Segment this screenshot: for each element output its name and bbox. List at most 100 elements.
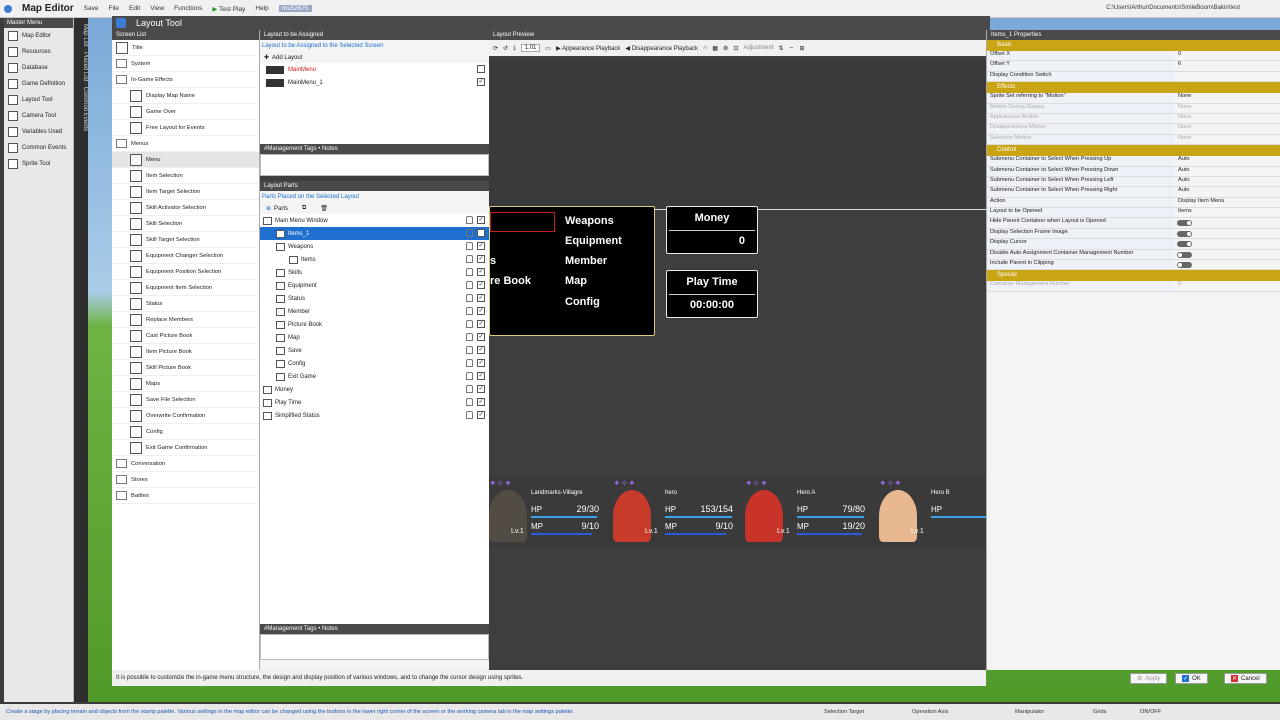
money-window[interactable]: Money 0: [666, 206, 758, 254]
visibility-checkbox[interactable]: ✓: [477, 281, 485, 289]
part-member[interactable]: Member ✓: [260, 305, 489, 318]
lock-icon[interactable]: [466, 255, 473, 263]
layout-row[interactable]: MainMenu: [260, 63, 489, 76]
visibility-checkbox[interactable]: ✓: [477, 333, 485, 341]
screen-item-replace-members[interactable]: Replace Members: [112, 312, 259, 328]
layout-checkbox[interactable]: [477, 65, 485, 73]
part-simplified-status[interactable]: Simplified Status ✓: [260, 409, 489, 422]
prop-submenu-container-to-select-when-pressing-right[interactable]: Submenu Container to Select When Pressin…: [987, 187, 1280, 198]
menu-edit[interactable]: Edit: [129, 5, 140, 12]
prop-value[interactable]: Display Item Menu: [1175, 198, 1280, 207]
toggle-switch[interactable]: [1177, 262, 1192, 269]
part-save[interactable]: Save ✓: [260, 344, 489, 357]
part-map[interactable]: Map ✓: [260, 331, 489, 344]
prop-offset-x[interactable]: Offset X0: [987, 51, 1280, 62]
disappear-playback-button[interactable]: ◀ Disappearance Playback: [625, 45, 698, 52]
screen-item-config[interactable]: Config: [112, 424, 259, 440]
menu-view[interactable]: View: [150, 5, 164, 12]
menu-save[interactable]: Save: [84, 5, 99, 12]
toggle-switch[interactable]: [1177, 251, 1192, 258]
part-main-menu-window[interactable]: Main Menu Window ✓: [260, 214, 489, 227]
screen-item-equipment-position-selection[interactable]: Equipment Position Selection: [112, 264, 259, 280]
copy-part-button[interactable]: ⧉: [298, 203, 310, 214]
visibility-checkbox[interactable]: ✓: [477, 229, 485, 237]
master-menu-item-database[interactable]: Database: [4, 60, 73, 76]
visibility-checkbox[interactable]: ✓: [477, 242, 485, 250]
master-menu-item-resources[interactable]: Resources: [4, 44, 73, 60]
screen-item-maps[interactable]: Maps: [112, 376, 259, 392]
ok-button[interactable]: ✓ OK: [1175, 673, 1208, 684]
part-weapons[interactable]: Weapons ✓: [260, 240, 489, 253]
screen-item-item-selection[interactable]: Item Selection: [112, 168, 259, 184]
selection-target-label[interactable]: Selection Target: [824, 704, 864, 720]
onoff-label[interactable]: ON/OFF: [1140, 704, 1161, 720]
visibility-checkbox[interactable]: ✓: [477, 320, 485, 328]
prop-display-selection-frame-image[interactable]: Display Selection Frame Image: [987, 228, 1280, 240]
lock-icon[interactable]: [466, 398, 473, 406]
apply-button[interactable]: ⚙ Apply: [1130, 673, 1168, 684]
screen-item-save-file-selection[interactable]: Save File Selection: [112, 392, 259, 408]
operation-axis-label[interactable]: Operation Axis: [912, 704, 948, 720]
screen-item-in-game-effects[interactable]: In-Game Effects: [112, 72, 259, 88]
prop-value[interactable]: [1175, 72, 1280, 81]
prop-disappearance-motion[interactable]: Disappearance Motion None: [987, 124, 1280, 135]
master-menu-item-map-editor[interactable]: Map Editor: [4, 28, 73, 44]
prop-value[interactable]: 6: [1175, 61, 1280, 70]
headphone-icon[interactable]: ∩: [703, 45, 707, 51]
prop-value[interactable]: None: [1175, 104, 1280, 113]
prop-motion-during-display[interactable]: Motion During Display None: [987, 103, 1280, 114]
monitor-icon[interactable]: ▭: [545, 45, 551, 52]
master-menu-item-common-events[interactable]: Common Events: [4, 140, 73, 156]
screen-item-system[interactable]: System: [112, 56, 259, 72]
layout-checkbox[interactable]: ✓: [477, 78, 485, 86]
master-menu-item-game-definition[interactable]: Game Definition: [4, 76, 73, 92]
screen-item-exit-game-confirmation[interactable]: Exit Game Confirmation: [112, 440, 259, 456]
lock-icon[interactable]: [466, 411, 473, 419]
side-tabs[interactable]: Map List · Placed List · Common Events: [74, 18, 88, 702]
visibility-checkbox[interactable]: ✓: [477, 216, 485, 224]
section-basic[interactable]: Basic: [987, 40, 1280, 51]
screen-item-skill-picture-book[interactable]: Skill Picture Book: [112, 360, 259, 376]
screen-item-item-target-selection[interactable]: Item Target Selection: [112, 184, 259, 200]
prop-display-cursor[interactable]: Display Cursor: [987, 239, 1280, 250]
prop-value[interactable]: None: [1175, 124, 1280, 133]
parts-notes-field[interactable]: [260, 634, 489, 660]
screen-item-skill-target-selection[interactable]: Skill Target Selection: [112, 232, 259, 248]
main-menu-window[interactable]: Weapons Equipment Member Map Config s re…: [489, 206, 655, 336]
part-play-time[interactable]: Play Time ✓: [260, 396, 489, 409]
lock-icon[interactable]: [466, 307, 473, 315]
align-icon[interactable]: ⇅: [778, 45, 783, 52]
prop-submenu-container-to-select-when-pressing-up[interactable]: Submenu Container to Select When Pressin…: [987, 156, 1280, 167]
prop-include-parent-in-clipping[interactable]: Include Parent in Clipping: [987, 260, 1280, 271]
screen-item-title[interactable]: Title: [112, 40, 259, 56]
screen-item-menu[interactable]: Menu: [112, 152, 259, 168]
toggle-switch[interactable]: [1177, 220, 1192, 227]
prop-disable-auto-assignment-container-management-number[interactable]: Disable Auto Assignment Container Manage…: [987, 249, 1280, 261]
lock-icon[interactable]: [466, 359, 473, 367]
lock-icon[interactable]: [466, 320, 473, 328]
prop-value[interactable]: None: [1175, 135, 1280, 144]
part-exit-game[interactable]: Exit Game ✓: [260, 370, 489, 383]
frame-icon[interactable]: ⊡: [733, 45, 738, 52]
prop-appearance-motion[interactable]: Appearance Motion None: [987, 113, 1280, 125]
master-menu-item-sprite-tool[interactable]: Sprite Tool: [4, 156, 73, 172]
prop-action[interactable]: Action Display Item Menu: [987, 197, 1280, 209]
screen-item-conversation[interactable]: Conversation: [112, 456, 259, 472]
lock-icon[interactable]: [466, 294, 473, 302]
part-skills[interactable]: Skills ✓: [260, 266, 489, 279]
visibility-checkbox[interactable]: ✓: [477, 346, 485, 354]
appear-playback-button[interactable]: ▶ Appearance Playback: [556, 45, 620, 52]
prop-value[interactable]: 0: [1175, 51, 1280, 60]
assign-notes-field[interactable]: [260, 154, 489, 176]
part-status[interactable]: Status ✓: [260, 292, 489, 305]
visibility-checkbox[interactable]: ✓: [477, 372, 485, 380]
wrench-icon[interactable]: ⚙: [723, 45, 728, 52]
menu-help[interactable]: Help: [255, 5, 268, 12]
visibility-checkbox[interactable]: ✓: [477, 411, 485, 419]
lock-icon[interactable]: [466, 333, 473, 341]
part-config[interactable]: Config ✓: [260, 357, 489, 370]
screen-item-skill-selection[interactable]: Skill Selection: [112, 216, 259, 232]
zoom-value[interactable]: 1.01: [520, 44, 541, 52]
part-items-1[interactable]: Items_1 ✓: [260, 227, 489, 240]
lock-icon[interactable]: [466, 216, 473, 224]
